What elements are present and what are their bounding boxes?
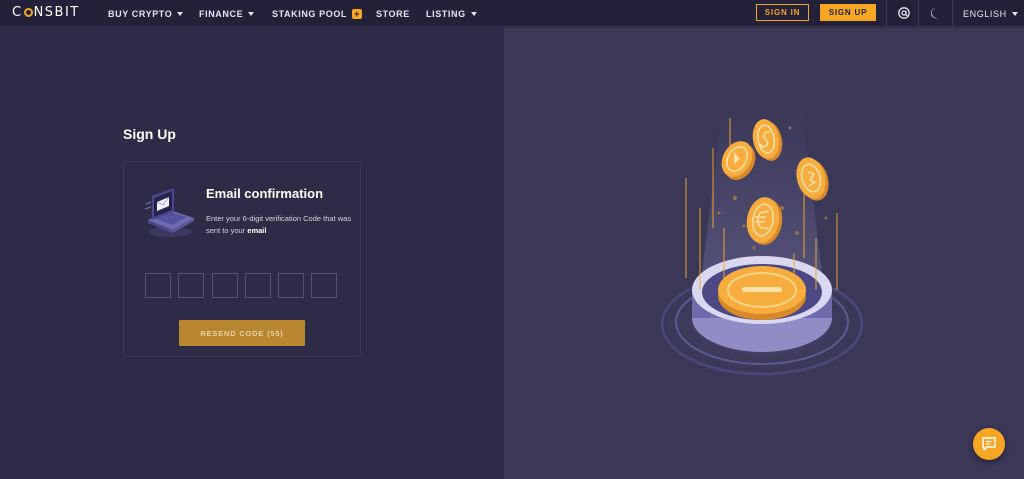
- nav-listing-label: LISTING: [426, 8, 466, 19]
- nav-store[interactable]: STORE: [376, 0, 410, 27]
- at-icon[interactable]: [897, 6, 911, 20]
- language-selector[interactable]: ENGLISH: [963, 0, 1018, 27]
- chevron-down-icon: [1011, 11, 1018, 16]
- page-title: Sign Up: [123, 126, 176, 142]
- chat-icon: [982, 437, 996, 451]
- code-digit-3[interactable]: [212, 273, 238, 298]
- moon-icon[interactable]: [929, 6, 943, 20]
- coins-illustration: [650, 108, 874, 382]
- code-digit-5[interactable]: [278, 273, 304, 298]
- header-divider: [886, 0, 887, 27]
- chevron-down-icon: [177, 11, 184, 16]
- card-title: Email confirmation: [206, 186, 324, 201]
- plus-badge-icon: +: [352, 8, 363, 19]
- logo-text: NSBIT: [33, 5, 80, 20]
- description-email-bold: email: [247, 226, 267, 235]
- nav-store-label: STORE: [376, 8, 410, 19]
- nav-finance[interactable]: FINANCE: [199, 0, 255, 27]
- chat-button[interactable]: [973, 428, 1005, 460]
- nav-staking-pool[interactable]: STAKING POOL +: [272, 0, 363, 27]
- nav-buy-crypto-label: BUY CRYPTO: [108, 8, 173, 19]
- code-digit-4[interactable]: [245, 273, 271, 298]
- laptop-email-icon: [144, 188, 194, 237]
- card-description: Enter your 6-digit verification Code tha…: [206, 213, 356, 237]
- nav-listing[interactable]: LISTING: [426, 0, 477, 27]
- nav-finance-label: FINANCE: [199, 8, 244, 19]
- language-label: ENGLISH: [963, 8, 1007, 19]
- header-divider: [952, 0, 953, 27]
- chevron-down-icon: [248, 11, 255, 16]
- top-header: C NSBIT BUY CRYPTO FINANCE STAKING POOL + …: [0, 0, 1024, 27]
- sign-in-button[interactable]: SIGN IN: [756, 4, 809, 21]
- code-digit-2[interactable]: [178, 273, 204, 298]
- description-text: Enter your 6-digit verification Code tha…: [206, 214, 352, 235]
- nav-buy-crypto[interactable]: BUY CRYPTO: [108, 0, 184, 27]
- sign-up-button[interactable]: SIGN UP: [820, 4, 876, 21]
- header-divider: [918, 0, 919, 27]
- logo-ring-icon: [23, 8, 33, 17]
- nav-staking-pool-label: STAKING POOL: [272, 8, 348, 19]
- chevron-down-icon: [470, 11, 477, 16]
- email-confirmation-card: Email confirmation Enter your 6-digit ve…: [123, 161, 361, 357]
- code-digit-1[interactable]: [145, 273, 171, 298]
- resend-code-button[interactable]: RESEND CODE (55): [179, 320, 305, 346]
- code-digit-6[interactable]: [311, 273, 337, 298]
- illustration-panel: [504, 28, 1024, 479]
- consbit-logo[interactable]: C NSBIT: [12, 5, 80, 20]
